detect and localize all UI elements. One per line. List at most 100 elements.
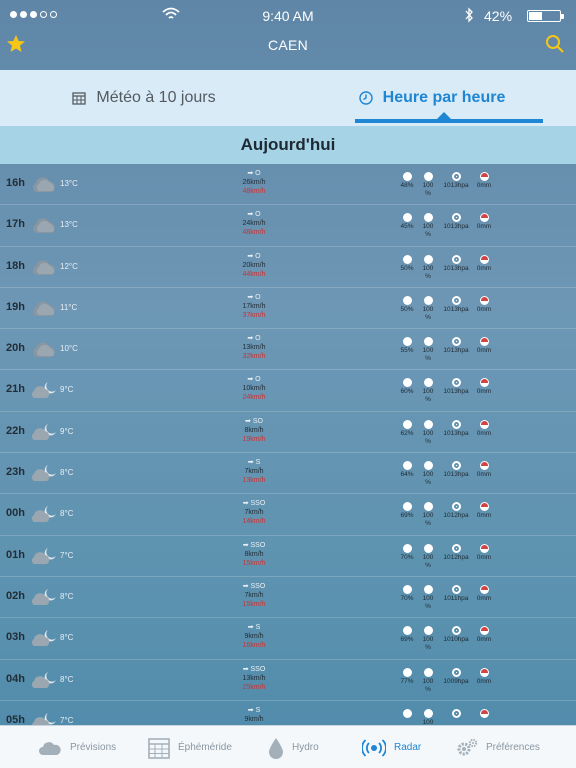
cloud-cover-unit: % [425, 685, 431, 693]
row-cloud-cover: 100% [418, 254, 438, 281]
wind-gust: 14km/h [242, 518, 266, 526]
tab-hourly[interactable]: Heure par heure [288, 70, 576, 126]
tabbar-preferences[interactable]: Préférences [456, 726, 540, 768]
tabbar-hydro[interactable]: Hydro [268, 726, 319, 768]
hourly-row[interactable]: 21h 9°C ➡ O 10km/h 24km/h 60% 100% 1013hpa 0mm [0, 370, 576, 412]
pressure-value: 1010hpa [443, 636, 469, 644]
row-wind: ➡ S 7km/h 13km/h [224, 458, 284, 485]
wind-speed: 13km/h [242, 344, 266, 352]
pressure-icon [451, 584, 461, 594]
cloud-moon-icon [30, 711, 58, 725]
cloud-cover-value: 100 [422, 677, 434, 685]
wind-gust: 25km/h [242, 683, 266, 691]
hourly-row[interactable]: 20h 10°C ➡ O 13km/h 32km/h 55% 100% 1013hpa 0mm [0, 329, 576, 371]
wind-speed: 7km/h [244, 591, 264, 599]
tabbar-radar[interactable]: Radar [362, 726, 421, 768]
cloud-cover-unit: % [425, 231, 431, 239]
cloud-cover-value: 100 [422, 429, 434, 437]
hourly-row[interactable]: 05h 7°C ➡ S9km/h 100% [0, 701, 576, 725]
hourly-row[interactable]: 04h 8°C ➡ SSO 13km/h 25km/h 77% 100% 1009hpa 0mm [0, 660, 576, 701]
cloud-cover-value: 100 [422, 553, 434, 561]
umbrella-icon [479, 502, 489, 512]
cloud-cover-icon [423, 502, 433, 512]
hourly-row[interactable]: 23h 8°C ➡ S 7km/h 13km/h 64% 100% 1013hpa 0mm [0, 453, 576, 495]
wind-gust: 48km/h [242, 188, 266, 195]
tabbar-previsions[interactable]: Prévisions [38, 726, 116, 768]
wind-direction: S [255, 624, 261, 632]
tabbar-preferences-label: Préférences [486, 742, 540, 753]
row-cloud-cover: 100% [418, 461, 438, 487]
tabbar-radar-label: Radar [394, 742, 422, 753]
row-cloud-cover: 100% [418, 295, 438, 322]
row-cloud-cover: 100% [418, 337, 438, 363]
row-humidity: 50% [396, 254, 418, 273]
wind-arrow-icon: ➡ [247, 211, 256, 219]
humidity-icon [402, 378, 412, 388]
hourly-row[interactable]: 17h 13°C ➡ O 24km/h 48km/h 45% 100% 1013hpa 0mm [0, 205, 576, 247]
row-humidity: 55% [396, 337, 418, 355]
row-humidity: 69% [396, 626, 418, 644]
hourly-forecast-list[interactable]: 16h 13°C ➡ O 26km/h 48km/h 48% 100% 1013hpa 0mm 1… [0, 164, 576, 725]
row-cloud-cover: 100% [418, 213, 438, 239]
wind-speed: 8km/h [244, 550, 264, 558]
search-icon[interactable] [545, 34, 565, 54]
hourly-row[interactable]: 03h 8°C ➡ S 9km/h 16km/h 69% 100% 1010hpa 0mm [0, 618, 576, 660]
wind-arrow-icon: ➡ [247, 293, 256, 301]
humidity-icon [402, 254, 412, 264]
hourly-row[interactable]: 18h 12°C ➡ O 20km/h 44km/h 50% 100% 1013hpa 0mm [0, 247, 576, 288]
tab-10-day-forecast[interactable]: Météo à 10 jours [0, 70, 288, 126]
pressure-value: 1012hpa [443, 553, 469, 561]
row-rain: 0mm [472, 378, 496, 396]
cloud-moon-icon [30, 504, 58, 524]
wind-direction: SSO [250, 582, 266, 590]
cloud-cover-unit: % [425, 355, 431, 363]
row-pressure: 1009hpa [438, 667, 474, 686]
pressure-icon [451, 502, 461, 512]
humidity-icon [402, 667, 412, 677]
row-temperature: 13°C [60, 179, 78, 188]
pressure-icon [451, 708, 461, 718]
hourly-row[interactable]: 22h 9°C ➡ SO 8km/h 19km/h 62% 100% 1013hpa 0mm [0, 412, 576, 454]
wind-direction: O [255, 376, 261, 384]
row-humidity: 69% [396, 502, 418, 520]
cloud-cover-value: 100 [422, 388, 434, 396]
cloud-moon-icon [30, 670, 58, 690]
radar-icon [362, 738, 386, 757]
hourly-row[interactable]: 19h 11°C ➡ O 17km/h 37km/h 50% 100% 1013hpa 0mm [0, 288, 576, 330]
tabbar-ephemeride[interactable]: Éphéméride [148, 726, 232, 768]
hourly-row[interactable]: 01h 7°C ➡ SSO 8km/h 15km/h 70% 100% 1012hpa 0mm [0, 536, 576, 577]
cloud-moon-icon [30, 463, 58, 483]
hourly-row[interactable]: 16h 13°C ➡ O 26km/h 48km/h 48% 100% 1013hpa 0mm [0, 164, 576, 206]
cloud-cover-icon [423, 213, 433, 223]
tab-hourly-label: Heure par heure [382, 89, 506, 106]
wind-direction: SSO [250, 541, 266, 549]
row-pressure: 1013hpa [438, 461, 474, 479]
cloud-cover-unit: % [425, 644, 431, 652]
rain-value: 0mm [476, 636, 492, 644]
umbrella-icon [479, 626, 489, 636]
humidity-icon [402, 626, 412, 636]
row-rain: 0mm [472, 461, 496, 479]
wind-gust: 44km/h [242, 270, 266, 278]
wind-speed: 24km/h [242, 220, 266, 228]
pressure-icon [451, 337, 461, 347]
status-bar: 9:40 AM 42% [0, 0, 576, 30]
row-temperature: 8°C [60, 468, 74, 478]
row-rain: 0mm [472, 626, 496, 644]
row-pressure: 1013hpa [438, 419, 474, 438]
cloud-moon-icon [30, 546, 58, 566]
umbrella-icon [479, 172, 489, 181]
row-pressure: 1012hpa [438, 543, 474, 562]
row-temperature: 11°C [60, 302, 78, 312]
wind-gust: 32km/h [242, 353, 266, 361]
cloud-cover-value: 100 [422, 594, 434, 602]
humidity-icon [402, 213, 412, 223]
rain-value: 0mm [476, 347, 492, 355]
pressure-icon [451, 213, 461, 223]
hourly-row[interactable]: 02h 8°C ➡ SSO 7km/h 15km/h 70% 100% 1011hpa 0mm [0, 577, 576, 619]
hourly-row[interactable]: 00h 8°C ➡ SSO 7km/h 14km/h 69% 100% 1012hpa 0mm [0, 494, 576, 536]
cloud-cover-value: 100 [422, 305, 434, 313]
row-rain: 0mm [472, 502, 496, 520]
row-hour: 05h [6, 713, 25, 725]
rain-value: 0mm [476, 471, 492, 479]
